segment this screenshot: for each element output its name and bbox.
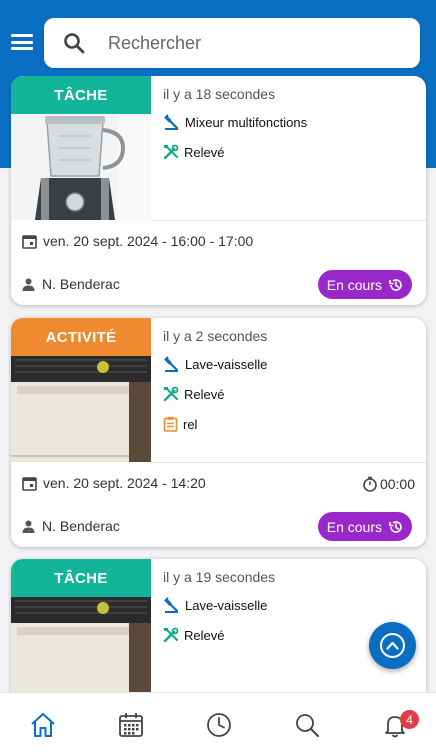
- tools-icon: [163, 386, 179, 402]
- duration-row: 00:00: [362, 476, 415, 492]
- list-item[interactable]: TÂCHE il y a 19 secondes Lave-vaisselle …: [11, 559, 426, 692]
- duration-text: 00:00: [379, 476, 415, 492]
- equipment-name: Lave-vaisselle: [185, 598, 268, 613]
- equipment-row: Lave-vaisselle: [163, 597, 267, 614]
- equipment-icon: [164, 114, 179, 130]
- equipment-photo: [11, 114, 151, 220]
- home-icon[interactable]: [29, 711, 57, 739]
- list-item[interactable]: TÂCHE il y a 18 secondes Mixeur multifon…: [11, 76, 426, 305]
- timer-icon: [363, 476, 377, 492]
- equipment-row: Lave-vaisselle: [163, 356, 267, 373]
- tools-icon: [163, 144, 179, 160]
- equipment-photo: [11, 597, 151, 692]
- time-ago: il y a 2 secondes: [163, 328, 268, 344]
- equipment-name: Lave-vaisselle: [185, 357, 268, 372]
- equipment-icon: [164, 597, 179, 613]
- equipment-name: Mixeur multifonctions: [185, 115, 308, 130]
- intervention-row: Relevé: [163, 627, 224, 643]
- search-icon: [64, 33, 85, 54]
- equipment-icon: [164, 356, 179, 372]
- search-bar[interactable]: [44, 18, 420, 68]
- person-icon: [22, 278, 35, 291]
- time-ago: il y a 19 secondes: [163, 569, 276, 585]
- assignee-row: N. Benderac: [22, 276, 120, 292]
- intervention-row: Relevé: [163, 144, 224, 160]
- status-label: En cours: [326, 276, 382, 293]
- tools-icon: [163, 627, 179, 643]
- notification-badge: 4: [400, 710, 419, 729]
- note-text: rel: [183, 416, 198, 432]
- date-row: ven. 20 sept. 2024 - 14:20: [22, 475, 206, 491]
- divider: [151, 220, 426, 221]
- assignee-row: N. Benderac: [22, 518, 120, 534]
- intervention-label: Relevé: [184, 627, 225, 643]
- card-list[interactable]: TÂCHE il y a 18 secondes Mixeur multifon…: [0, 76, 436, 692]
- intervention-row: Relevé: [163, 386, 224, 402]
- card-image-column: ACTIVITÉ: [11, 318, 151, 462]
- calendar-icon[interactable]: [117, 711, 145, 739]
- person-icon: [22, 520, 35, 533]
- status-badge[interactable]: En cours: [317, 512, 412, 541]
- type-badge: TÂCHE: [11, 559, 151, 597]
- clock-icon[interactable]: [205, 711, 233, 739]
- search-icon[interactable]: [293, 711, 321, 739]
- card-image-column: TÂCHE: [11, 559, 151, 692]
- status-label: En cours: [326, 518, 382, 535]
- type-badge: TÂCHE: [11, 76, 151, 114]
- calendar-icon: [22, 234, 37, 249]
- clipboard-icon: [163, 416, 178, 432]
- assignee-name: N. Benderac: [42, 276, 120, 292]
- menu-icon[interactable]: [10, 32, 34, 52]
- time-ago: il y a 18 secondes: [163, 86, 276, 102]
- status-badge[interactable]: En cours: [317, 270, 412, 299]
- date-text: ven. 20 sept. 2024 - 14:20: [43, 475, 206, 491]
- card-image-column: TÂCHE: [11, 76, 151, 220]
- note-row: rel: [163, 416, 197, 432]
- equipment-photo: [11, 356, 151, 462]
- equipment-row: Mixeur multifonctions: [163, 114, 307, 131]
- history-icon: [389, 520, 402, 533]
- list-item[interactable]: ACTIVITÉ il y a 2 secondes Lave-vaissell…: [11, 318, 426, 547]
- chevron-up-icon: [380, 633, 405, 658]
- calendar-icon: [22, 476, 37, 491]
- app-header: [0, 0, 436, 80]
- intervention-label: Relevé: [184, 386, 225, 402]
- bottom-navigation: [0, 692, 436, 756]
- date-text: ven. 20 sept. 2024 - 16:00 - 17:00: [43, 233, 254, 249]
- intervention-label: Relevé: [184, 144, 225, 160]
- assignee-name: N. Benderac: [42, 518, 120, 534]
- scroll-to-top-button[interactable]: [369, 622, 416, 669]
- history-icon: [389, 278, 402, 291]
- date-row: ven. 20 sept. 2024 - 16:00 - 17:00: [22, 233, 253, 249]
- divider: [151, 462, 426, 463]
- type-badge: ACTIVITÉ: [11, 318, 151, 356]
- search-input[interactable]: [108, 32, 388, 54]
